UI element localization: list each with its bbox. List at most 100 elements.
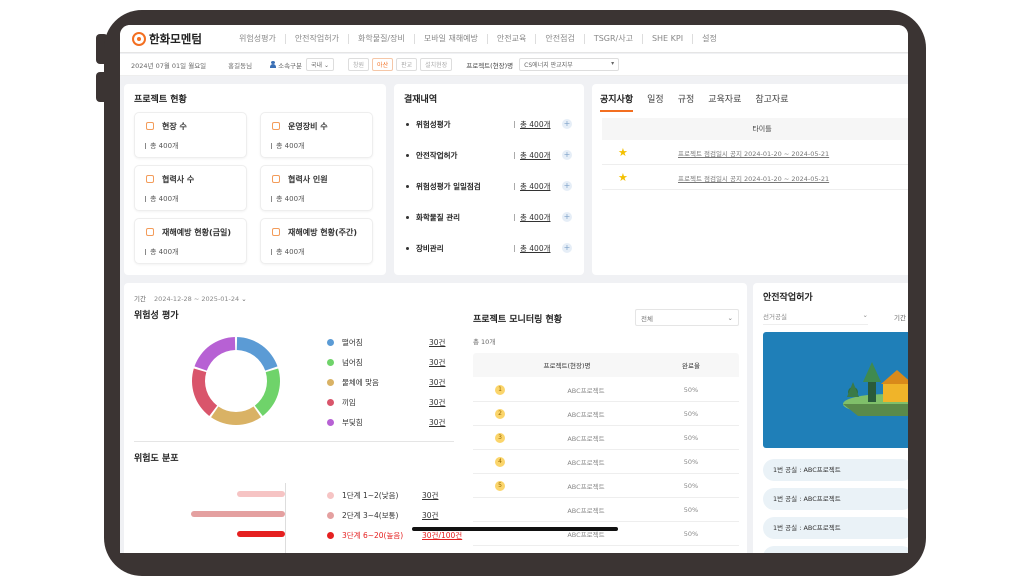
legend-dot [327,511,334,519]
work-permit-title: 안전작업허가 [763,293,813,303]
legend-count[interactable]: 30건 [429,417,445,428]
tab-references[interactable]: 참고자료 [755,92,788,112]
monitoring-row[interactable]: 3 ABC프로젝트 50% [473,426,739,450]
menu-tsgr[interactable]: TSGR/사고 [583,33,642,44]
work-permit-item[interactable]: 1번 공실 : ABC프로젝트 [763,459,908,481]
period-filter[interactable]: 기간 2024-12-28 ~ 2025-01-24 ⌄ [134,293,247,303]
site-tag-install[interactable]: 설치현장 [420,58,453,71]
completion-rate: 50% [683,433,699,442]
approval-row[interactable]: 위험성평가 일일점검 총 400개 + [406,180,576,192]
legend-count[interactable]: 30건 [429,377,445,388]
stat-value-text: 총 400개 [276,195,305,203]
plus-icon[interactable]: + [562,150,572,160]
plus-icon[interactable]: + [562,181,572,191]
logo-text: 한화모멘텀 [149,31,202,46]
project-label: 프로젝트(현장)명 [466,61,514,70]
plus-icon[interactable]: + [562,243,572,253]
stat-label: 현장 수 [162,122,187,131]
legend-dot [327,358,334,366]
approval-count[interactable]: 총 400개 [520,243,562,254]
logo-icon [132,31,146,46]
tab-notices[interactable]: 공지사항 [600,92,634,112]
stat-partners[interactable]: 협력사 수 총 400개 [134,165,247,211]
work-permit-select[interactable]: 선거공실 ⌄ [763,311,868,325]
notice-row[interactable]: ★ 프로젝트 점검일시 공지 2024-01-20 ~ 2024-05-21 [602,141,908,165]
approval-count[interactable]: 총 400개 [520,150,562,161]
chevron-down-icon: ⌄ [241,295,247,303]
legend-dot [327,398,334,406]
work-permit-period[interactable]: 기간 [894,312,906,322]
plus-icon[interactable]: + [562,212,572,222]
stat-label: 협력사 인원 [288,175,328,184]
island-illustration [843,362,908,416]
legend-dot [327,491,334,499]
tab-regulations[interactable]: 규정 [678,92,695,112]
top-nav: 한화모멘텀 위험성평가 안전작업허가 화학물질/장비 모바일 재해예방 안전교육… [120,25,908,53]
monitoring-row[interactable]: 4 ABC프로젝트 50% [473,450,739,474]
rank-badge: 5 [495,480,505,491]
site-tag-pangyo[interactable]: 판교 [396,58,418,71]
project-value: CS에너지 판교지부 [524,62,573,69]
menu-risk-assessment[interactable]: 위험성평가 [230,34,285,44]
menu-she-kpi[interactable]: SHE KPI [641,33,692,44]
project-select[interactable]: CS에너지 판교지부 ▾ [519,58,620,71]
legend-dot [327,338,334,346]
monitoring-filter[interactable]: 전체 ⌄ [635,309,739,326]
monitoring-total: 총 10개 [473,338,496,346]
menu-chemicals[interactable]: 화학물질/장비 [347,33,414,44]
approval-count[interactable]: 총 400개 [520,181,562,192]
distribution-bar-high [237,531,285,537]
stat-label: 재해예방 현황(주간) [288,228,357,237]
project-name: ABC프로젝트 [567,434,605,443]
distribution-count[interactable]: 30건 [422,490,438,501]
monitoring-row[interactable]: 2 ABC프로젝트 50% [473,402,739,426]
menu-settings[interactable]: 설정 [692,33,726,44]
legend-name: 부딪힘 [342,417,363,427]
tab-schedule[interactable]: 일정 [647,92,664,112]
menu-work-permit[interactable]: 안전작업허가 [284,33,348,44]
menu-safety-education[interactable]: 안전교육 [486,33,535,44]
site-tag-changwon[interactable]: 창원 [348,58,370,71]
legend-count[interactable]: 30건 [429,357,445,368]
approval-label: 안전작업허가 [416,150,458,160]
monitoring-row[interactable]: ABC프로젝트 50% [473,498,739,522]
menu-mobile-prevention[interactable]: 모바일 재해예방 [413,33,487,44]
monitoring-row[interactable]: 5 ABC프로젝트 50% [473,474,739,498]
approval-count[interactable]: 총 400개 [520,119,562,130]
notice-row[interactable]: ★ 프로젝트 점검일시 공지 2024-01-20 ~ 2024-05-21 [602,166,908,190]
affiliation-select[interactable]: 국내 ⌄ [306,58,334,71]
approval-row[interactable]: 안전작업허가 총 400개 + [406,149,576,161]
notice-text[interactable]: 프로젝트 점검일시 공지 2024-01-20 ~ 2024-05-21 [678,173,829,183]
stat-prevention-week[interactable]: 재해예방 현황(주간) 총 400개 [260,218,373,264]
notice-text[interactable]: 프로젝트 점검일시 공지 2024-01-20 ~ 2024-05-21 [678,148,829,158]
stat-prevention-today[interactable]: 재해예방 현황(금일) 총 400개 [134,218,247,264]
approval-label: 위험성평가 [416,119,451,129]
approval-row[interactable]: 장비관리 총 400개 + [406,242,576,254]
project-name: ABC프로젝트 [567,506,605,515]
plus-icon[interactable]: + [562,119,572,129]
legend-dot [327,378,334,386]
approval-row[interactable]: 화학물질 관리 총 400개 + [406,211,576,223]
legend-count[interactable]: 30건 [429,397,445,408]
monitoring-row[interactable]: 1 ABC프로젝트 50% [473,378,739,402]
stat-value: 총 400개 [271,247,304,257]
approval-row[interactable]: 위험성평가 총 400개 + [406,118,576,130]
stat-equipment[interactable]: 운영장비 수 총 400개 [260,112,373,158]
logo[interactable]: 한화모멘텀 [132,31,230,47]
work-permit-item[interactable]: 1번 공실 : ABC프로젝트 [763,488,908,510]
work-permit-item[interactable]: 1번 공실 : ABC프로젝트 [763,517,908,539]
site-tag-asan[interactable]: 아산 [372,58,394,71]
stat-partner-workers[interactable]: 협력사 인원 총 400개 [260,165,373,211]
distribution-count[interactable]: 30건 [422,510,438,521]
legend-count[interactable]: 30건 [429,337,445,348]
monitoring-row[interactable]: ABC프로젝트 50% [473,522,739,546]
distribution-count[interactable]: 30건/100건 [422,530,462,541]
chevron-down-icon: ⌄ [727,313,733,322]
work-permit-item[interactable] [763,546,908,553]
legend-name: 끼임 [342,397,356,407]
stat-label: 협력사 수 [162,175,195,184]
tab-education[interactable]: 교육자료 [708,92,741,112]
menu-safety-inspection[interactable]: 안전점검 [535,33,583,44]
stat-sites[interactable]: 현장 수 총 400개 [134,112,247,158]
approval-count[interactable]: 총 400개 [520,212,562,223]
